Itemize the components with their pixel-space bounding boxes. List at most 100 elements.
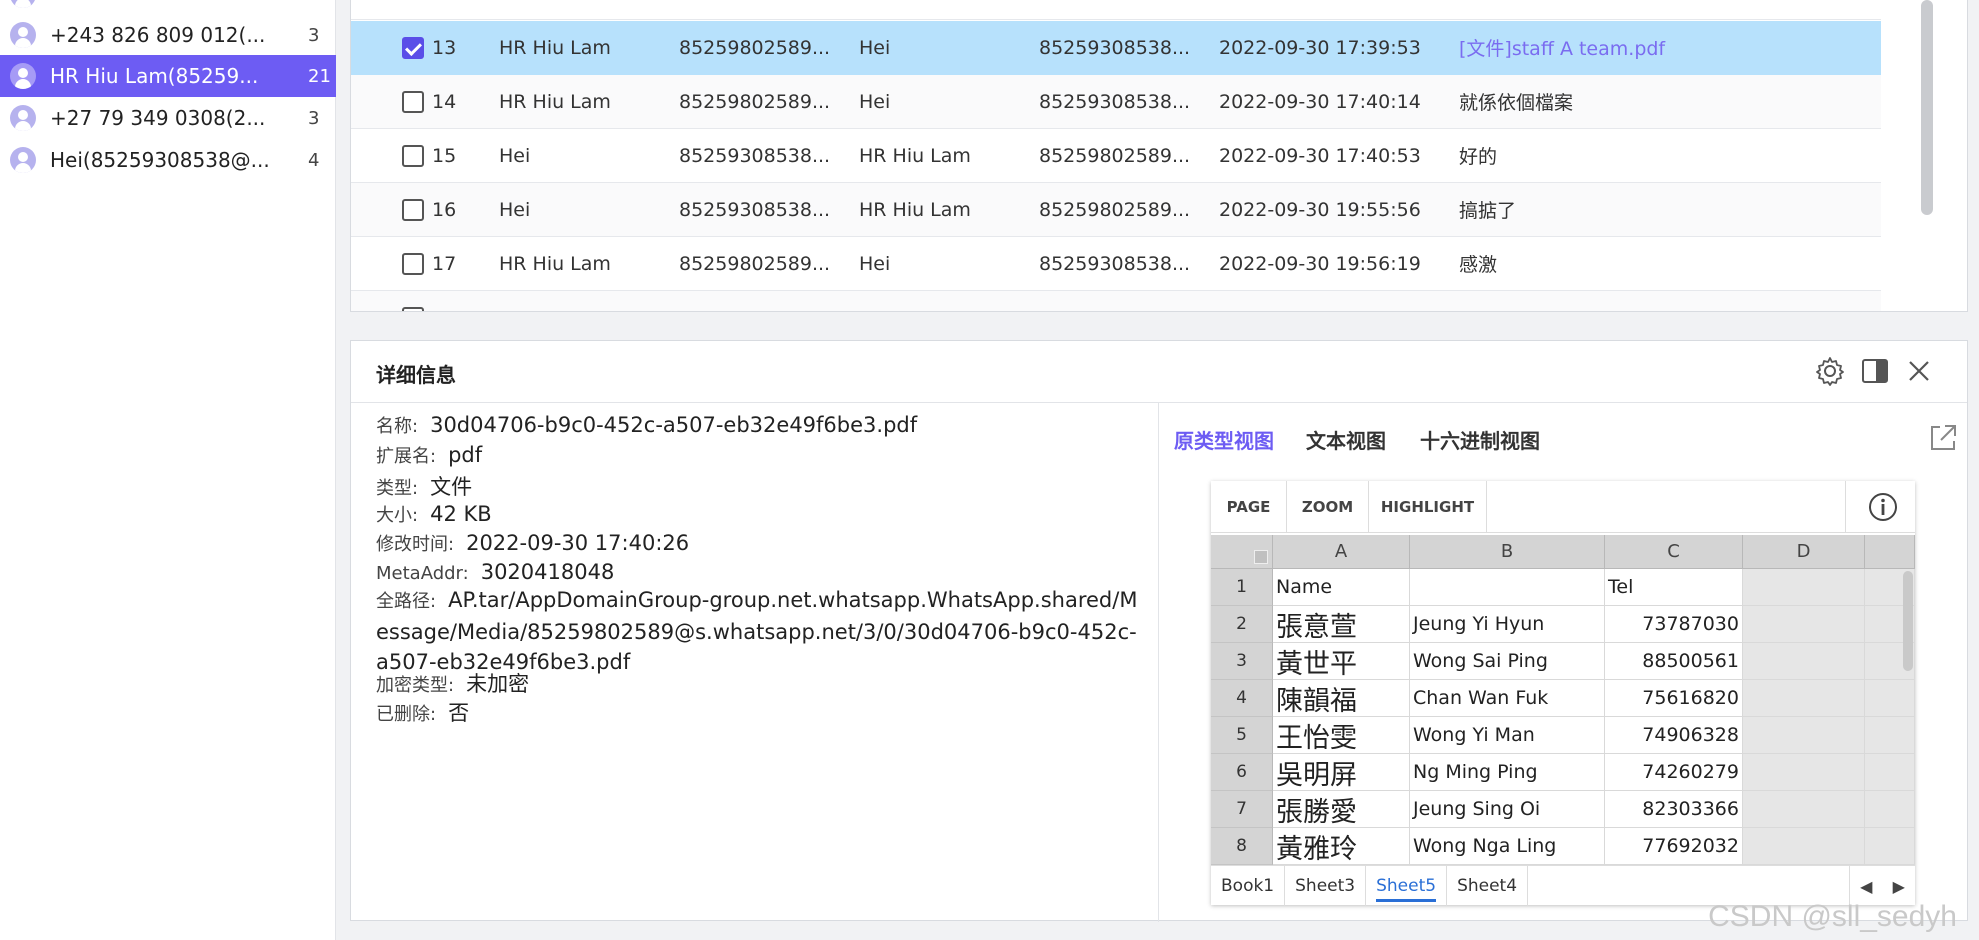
row-header[interactable]: 2: [1211, 606, 1273, 643]
spreadsheet-grid[interactable]: A B C D 1 Name Tel 2 張意萱 Jeung Yi Hyun 7…: [1211, 535, 1915, 865]
row-header[interactable]: 3: [1211, 643, 1273, 680]
table-row[interactable]: 15 Hei 85259308538... HR Hiu Lam 8525980…: [351, 129, 1881, 183]
grid-cell[interactable]: Wong Yi Man: [1410, 717, 1605, 754]
grid-cell[interactable]: 73787030: [1605, 606, 1743, 643]
table-row-partial[interactable]: [351, 0, 1881, 20]
sheet-tab-active[interactable]: Sheet5: [1366, 866, 1448, 906]
row-checkbox[interactable]: [402, 306, 424, 311]
sheet-tab[interactable]: Book1: [1211, 866, 1286, 906]
row-header[interactable]: 5: [1211, 717, 1273, 754]
field-value: 未加密: [466, 672, 530, 696]
column-header[interactable]: C: [1605, 535, 1743, 569]
contact-item[interactable]: Hei(85259308538@... 4: [0, 139, 336, 181]
info-button[interactable]: [1845, 481, 1915, 533]
row-header[interactable]: 4: [1211, 680, 1273, 717]
cell-time: 2022-09-30 19:56:19: [1219, 252, 1421, 275]
grid-cell[interactable]: Wong Sai Ping: [1410, 643, 1605, 680]
grid-cell[interactable]: 陳韻福: [1273, 680, 1410, 717]
grid-cell[interactable]: [1865, 680, 1915, 717]
grid-cell[interactable]: [1743, 680, 1865, 717]
cell-receiver-id: 85259308538...: [1039, 90, 1191, 113]
field-meta-addr: MetaAddr: 3020418048: [376, 560, 614, 584]
row-header[interactable]: 8: [1211, 828, 1273, 865]
select-all-corner[interactable]: [1211, 535, 1273, 569]
grid-cell[interactable]: 王怡雯: [1273, 717, 1410, 754]
grid-cell[interactable]: 75616820: [1605, 680, 1743, 717]
split-view-icon[interactable]: [1859, 355, 1891, 387]
table-row[interactable]: 16 Hei 85259308538... HR Hiu Lam 8525980…: [351, 183, 1881, 237]
next-sheet-icon[interactable]: ▶: [1893, 877, 1905, 896]
grid-cell[interactable]: Tel: [1605, 569, 1743, 606]
grid-scrollbar[interactable]: [1903, 571, 1913, 671]
grid-cell[interactable]: [1743, 569, 1865, 606]
contact-item[interactable]: +27 79 349 0308(2... 3: [0, 97, 336, 139]
grid-cell[interactable]: [1865, 717, 1915, 754]
grid-cell[interactable]: Jeung Yi Hyun: [1410, 606, 1605, 643]
tab-hex-view[interactable]: 十六进制视图: [1420, 425, 1540, 454]
grid-cell[interactable]: 74906328: [1605, 717, 1743, 754]
field-label: 修改时间:: [376, 534, 455, 555]
column-header[interactable]: A: [1273, 535, 1410, 569]
zoom-button[interactable]: ZOOM: [1287, 481, 1369, 533]
row-header[interactable]: 6: [1211, 754, 1273, 791]
highlight-button[interactable]: HIGHLIGHT: [1369, 481, 1487, 533]
open-external-icon[interactable]: [1926, 421, 1960, 455]
grid-cell[interactable]: 黃雅玲: [1273, 828, 1410, 865]
grid-cell[interactable]: 張意萱: [1273, 606, 1410, 643]
grid-cell[interactable]: 74260279: [1605, 754, 1743, 791]
grid-cell[interactable]: [1410, 569, 1605, 606]
prev-sheet-icon[interactable]: ◀: [1860, 877, 1872, 896]
grid-cell[interactable]: Jeung Sing Oi: [1410, 791, 1605, 828]
row-header[interactable]: 7: [1211, 791, 1273, 828]
grid-cell[interactable]: 黃世平: [1273, 643, 1410, 680]
table-scrollbar[interactable]: [1921, 0, 1933, 215]
cell-receiver: Hei: [859, 252, 891, 275]
row-checkbox[interactable]: [402, 36, 424, 59]
table-row[interactable]: 14 HR Hiu Lam 85259802589... Hei 8525930…: [351, 75, 1881, 129]
sheet-tab[interactable]: Sheet3: [1285, 866, 1367, 906]
tab-raw-view[interactable]: 原类型视图: [1174, 425, 1274, 454]
contact-item[interactable]: +243 826 809 012(... 3: [0, 14, 336, 56]
grid-cell[interactable]: Chan Wan Fuk: [1410, 680, 1605, 717]
row-checkbox[interactable]: [402, 252, 424, 275]
row-checkbox[interactable]: [402, 144, 424, 167]
row-header[interactable]: 1: [1211, 569, 1273, 606]
sheet-tab[interactable]: Sheet4: [1447, 866, 1529, 906]
grid-cell[interactable]: Wong Nga Ling: [1410, 828, 1605, 865]
grid-cell[interactable]: [1743, 754, 1865, 791]
grid-cell[interactable]: [1743, 828, 1865, 865]
grid-cell[interactable]: [1865, 754, 1915, 791]
row-checkbox[interactable]: [402, 90, 424, 113]
column-header[interactable]: D: [1743, 535, 1865, 569]
grid-cell[interactable]: 82303366: [1605, 791, 1743, 828]
grid-cell[interactable]: 吳明屏: [1273, 754, 1410, 791]
user-avatar-icon: [10, 147, 36, 173]
contact-name: +243 826 809 012(...: [50, 23, 266, 47]
page-button[interactable]: PAGE: [1211, 481, 1287, 533]
contact-item-partial[interactable]: [0, 0, 336, 8]
grid-cell[interactable]: [1743, 643, 1865, 680]
gear-icon[interactable]: [1814, 355, 1846, 387]
table-row[interactable]: 13 HR Hiu Lam 85259802589... Hei 8525930…: [351, 21, 1881, 75]
grid-cell[interactable]: Ng Ming Ping: [1410, 754, 1605, 791]
grid-cell[interactable]: [1743, 717, 1865, 754]
grid-cell[interactable]: [1865, 828, 1915, 865]
contact-item-selected[interactable]: HR Hiu Lam(85259... 21: [0, 55, 336, 97]
grid-cell[interactable]: [1865, 791, 1915, 828]
grid-cell[interactable]: 88500561: [1605, 643, 1743, 680]
grid-cell[interactable]: [1743, 606, 1865, 643]
grid-cell[interactable]: Name: [1273, 569, 1410, 606]
grid-cell[interactable]: 77692032: [1605, 828, 1743, 865]
row-checkbox[interactable]: [402, 198, 424, 221]
table-row[interactable]: 17 HR Hiu Lam 85259802589... Hei 8525930…: [351, 237, 1881, 291]
close-icon[interactable]: [1903, 355, 1935, 387]
field-value: 文件: [430, 475, 473, 499]
cell-sender-id: 85259802589...: [679, 90, 831, 113]
cell-content-link[interactable]: [文件]staff A team.pdf: [1459, 34, 1665, 61]
field-modified-time: 修改时间: 2022-09-30 17:40:26: [376, 530, 689, 556]
table-row-partial[interactable]: [351, 291, 1881, 311]
column-header[interactable]: B: [1410, 535, 1605, 569]
grid-cell[interactable]: [1743, 791, 1865, 828]
grid-cell[interactable]: 張勝愛: [1273, 791, 1410, 828]
tab-text-view[interactable]: 文本视图: [1306, 425, 1386, 454]
